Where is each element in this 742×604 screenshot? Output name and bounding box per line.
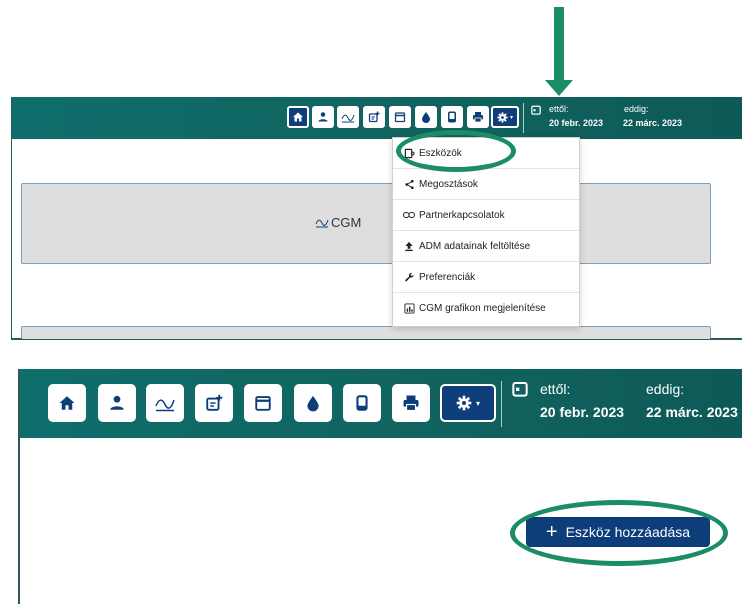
date-from-value[interactable]: 20 febr. 2023 <box>549 118 603 128</box>
cgm-icon <box>315 219 329 228</box>
print-button[interactable] <box>467 106 489 128</box>
add-note-button[interactable] <box>195 384 233 422</box>
chevron-down-icon: ▾ <box>509 114 513 121</box>
print-icon <box>473 112 483 123</box>
home-button[interactable] <box>287 106 309 128</box>
bottom-header-bar: ▾ ettől: eddig: 20 febr. 2023 22 márc. 2… <box>20 369 742 438</box>
chevron-down-icon: ▾ <box>475 398 480 408</box>
cgm-card-title: CGM <box>315 215 361 230</box>
note-add-icon <box>206 394 223 411</box>
calendar-small-icon <box>512 382 528 397</box>
menu-item-cgm-chart[interactable]: CGM grafikon megjelenítése <box>393 293 579 324</box>
upload-icon <box>403 240 415 252</box>
bottom-screenshot-panel: ▾ ettől: eddig: 20 febr. 2023 22 márc. 2… <box>18 369 742 604</box>
menu-item-partners[interactable]: Partnerkapcsolatok <box>393 200 579 231</box>
person-icon <box>110 395 124 410</box>
calendar-icon <box>394 112 406 123</box>
share-icon <box>403 178 415 190</box>
menu-item-label: Megosztások <box>419 178 478 190</box>
toolbar-separator <box>501 381 502 427</box>
gear-icon <box>497 111 508 123</box>
date-to-value[interactable]: 22 márc. 2023 <box>646 404 738 420</box>
gear-icon <box>456 395 472 411</box>
cgm-icon <box>155 399 175 412</box>
insulin-button[interactable] <box>415 106 437 128</box>
person-icon <box>318 112 328 122</box>
menu-item-label: CGM grafikon megjelenítése <box>419 303 546 314</box>
cgm-card[interactable] <box>21 183 711 264</box>
annotation-ellipse-devices <box>396 130 516 172</box>
toolbar-separator <box>523 103 524 133</box>
cgm-button[interactable] <box>337 106 359 128</box>
menu-item-label: ADM adatainak feltöltése <box>419 240 531 252</box>
calendar-icon <box>255 396 271 411</box>
note-add-icon <box>368 111 380 123</box>
menu-item-shares[interactable]: Megosztások <box>393 169 579 200</box>
annotation-ellipse-add-device <box>510 500 728 566</box>
calendar-small-icon <box>531 105 541 115</box>
insulin-button[interactable] <box>294 384 332 422</box>
cgm-button[interactable] <box>146 384 184 422</box>
date-to-label: eddig: <box>624 104 649 114</box>
print-icon <box>403 395 419 412</box>
link-icon <box>403 209 415 221</box>
chart-icon <box>403 303 415 315</box>
cgm-card-label: CGM <box>331 215 362 230</box>
drop-icon <box>422 112 430 123</box>
annotation-arrow-shaft <box>554 7 564 83</box>
date-from-label: ettől: <box>549 104 569 114</box>
device-button[interactable] <box>441 106 463 128</box>
date-to-value[interactable]: 22 márc. 2023 <box>623 118 682 128</box>
device-icon <box>448 111 456 123</box>
profile-button[interactable] <box>312 106 334 128</box>
date-from-label: ettől: <box>540 381 571 397</box>
date-to-label: eddig: <box>646 381 685 397</box>
menu-item-preferences[interactable]: Preferenciák <box>393 262 579 293</box>
annotation-arrow-head <box>545 80 573 96</box>
profile-button[interactable] <box>98 384 136 422</box>
menu-item-label: Partnerkapcsolatok <box>419 209 505 221</box>
print-button[interactable] <box>392 384 430 422</box>
add-note-button[interactable] <box>363 106 385 128</box>
wrench-icon <box>403 271 415 283</box>
menu-item-adm-upload[interactable]: ADM adatainak feltöltése <box>393 231 579 262</box>
calendar-button[interactable] <box>389 106 411 128</box>
menu-item-label: Preferenciák <box>419 271 476 283</box>
settings-dropdown-button[interactable]: ▾ <box>491 106 519 128</box>
home-button[interactable] <box>48 384 86 422</box>
home-icon <box>293 112 303 122</box>
calendar-button[interactable] <box>244 384 282 422</box>
second-card[interactable] <box>21 326 711 339</box>
cgm-icon <box>341 114 355 123</box>
settings-dropdown-button[interactable]: ▾ <box>440 384 496 422</box>
top-header-bar: ▾ ettől: eddig: 20 febr. 2023 22 márc. 2… <box>12 97 742 139</box>
device-button[interactable] <box>343 384 381 422</box>
home-icon <box>59 396 75 410</box>
drop-icon <box>307 396 319 412</box>
device-icon <box>356 395 368 411</box>
date-from-value[interactable]: 20 febr. 2023 <box>540 404 624 420</box>
